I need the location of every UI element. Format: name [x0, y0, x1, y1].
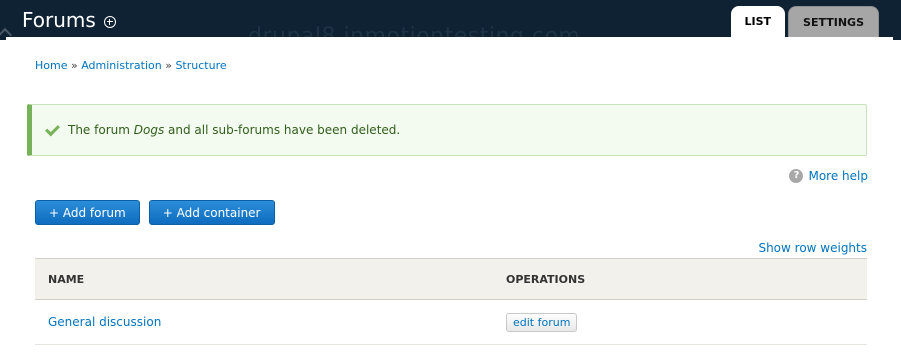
- more-help-link[interactable]: ? More help: [789, 169, 868, 183]
- status-message-prefix: The forum: [68, 123, 134, 137]
- page-header: drupal8.inmotiontesting.com Forums LIST …: [0, 0, 901, 40]
- page-title: Forums: [22, 8, 116, 32]
- main-content: Home » Administration » Structure The fo…: [6, 37, 893, 361]
- forums-table: NAME OPERATIONS General discussion edit …: [35, 258, 867, 345]
- breadcrumb-administration[interactable]: Administration: [81, 59, 162, 72]
- table-cell-name: General discussion: [35, 299, 493, 345]
- status-message: The forum Dogs and all sub-forums have b…: [27, 104, 867, 156]
- breadcrumb-separator: »: [70, 59, 78, 72]
- tab-settings[interactable]: SETTINGS: [788, 6, 879, 40]
- table-cell-operations: edit forum: [493, 299, 867, 345]
- tab-list[interactable]: LIST: [730, 6, 786, 40]
- action-links: + Add forum + Add container: [35, 200, 275, 225]
- breadcrumb-separator: »: [165, 59, 172, 72]
- add-container-button[interactable]: + Add container: [148, 200, 275, 225]
- page-title-text: Forums: [22, 8, 96, 32]
- show-row-weights-link[interactable]: Show row weights: [758, 241, 867, 255]
- breadcrumb: Home » Administration » Structure: [35, 59, 227, 72]
- question-icon: ?: [789, 169, 804, 183]
- edit-forum-button[interactable]: edit forum: [506, 312, 578, 332]
- table-row: General discussion edit forum: [35, 299, 867, 345]
- breadcrumb-home[interactable]: Home: [35, 59, 67, 72]
- breadcrumb-structure[interactable]: Structure: [175, 59, 226, 72]
- forum-link-general-discussion[interactable]: General discussion: [48, 315, 161, 329]
- more-help-label: More help: [808, 169, 868, 183]
- status-message-suffix: and all sub-forums have been deleted.: [164, 123, 401, 137]
- column-header-operations: OPERATIONS: [493, 258, 867, 300]
- add-forum-button[interactable]: + Add forum: [35, 200, 140, 225]
- column-header-name[interactable]: NAME: [35, 258, 493, 300]
- check-icon: [45, 121, 60, 136]
- table-header-row: NAME OPERATIONS: [35, 258, 867, 300]
- primary-tabs: LIST SETTINGS: [730, 6, 879, 40]
- shortcut-plus-icon[interactable]: [103, 15, 116, 28]
- status-message-text: The forum Dogs and all sub-forums have b…: [68, 123, 400, 137]
- status-message-forum-name: Dogs: [133, 123, 165, 137]
